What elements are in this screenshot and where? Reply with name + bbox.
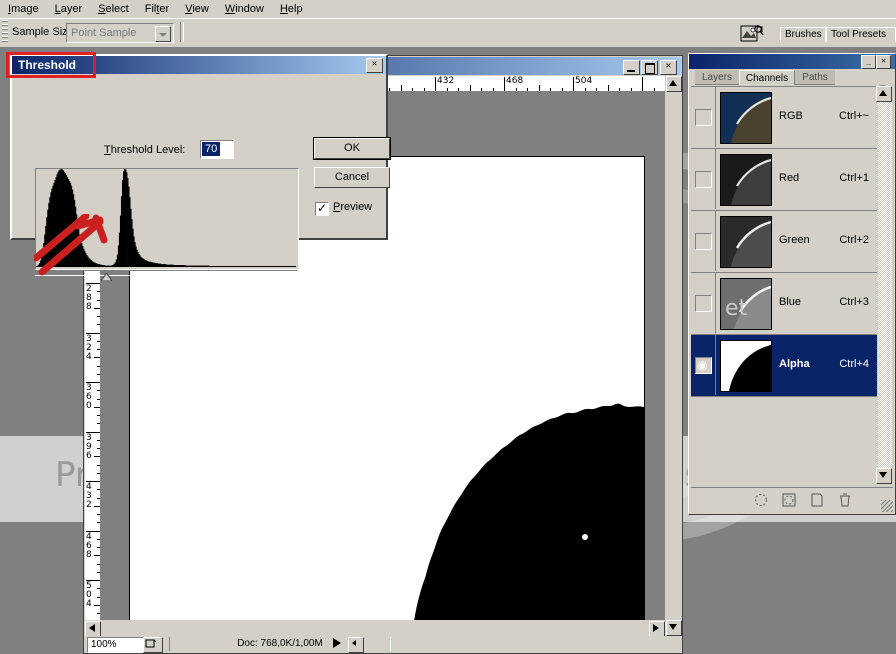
menu-item-window[interactable]: Window <box>217 0 272 18</box>
options-bar-grip[interactable] <box>2 20 8 44</box>
minimize-button[interactable] <box>623 60 640 75</box>
annotation-arrow-icon <box>32 212 114 276</box>
palette-well-tabs: Brushes Tool Presets <box>780 27 896 42</box>
ok-button[interactable]: OK <box>313 137 391 160</box>
vertical-scrollbar[interactable] <box>665 76 682 636</box>
threshold-close-icon[interactable]: ✕ <box>366 58 383 73</box>
eye-icon[interactable] <box>695 109 712 126</box>
options-separator <box>180 22 184 42</box>
channels-scrollbar[interactable] <box>878 86 892 482</box>
channel-visibility-cell[interactable] <box>691 273 716 333</box>
channel-visibility-cell[interactable]: ◉ <box>691 335 716 395</box>
channels-palette: _ ✕ Layers Channels Paths RGB Ctrl+~ Red Ct… <box>688 53 896 515</box>
chevron-down-icon[interactable] <box>155 26 171 42</box>
menu-item-view[interactable]: View <box>177 0 217 18</box>
channel-name: Red <box>779 172 800 184</box>
eye-icon[interactable] <box>695 171 712 188</box>
channels-palette-title-bar[interactable]: _ ✕ <box>689 54 895 69</box>
check-icon: ✓ <box>317 201 328 215</box>
palette-close-button[interactable]: ✕ <box>876 55 891 69</box>
preview-label: Preview <box>333 201 373 213</box>
channel-shortcut: Ctrl+1 <box>839 172 869 184</box>
threshold-level-value: 70 <box>202 142 221 156</box>
eye-icon[interactable] <box>695 295 712 312</box>
preview-checkbox[interactable]: ✓ <box>315 201 329 216</box>
channel-thumbnail[interactable]: et <box>720 278 772 330</box>
eye-glyph: ◉ <box>697 358 708 372</box>
palette-tab-row: Layers Channels Paths <box>689 69 895 100</box>
channels-scroll-down-button[interactable] <box>876 468 892 484</box>
horizontal-scrollbar[interactable] <box>85 620 665 637</box>
svg-text:et: et <box>725 296 748 321</box>
eye-icon[interactable] <box>695 233 712 250</box>
scroll-right-button[interactable] <box>649 621 665 637</box>
channel-thumbnail[interactable] <box>720 340 772 392</box>
channel-shortcut: Ctrl+2 <box>839 234 869 246</box>
channel-thumbnail[interactable] <box>720 216 772 268</box>
channel-shortcut: Ctrl+3 <box>839 296 869 308</box>
menu-item-help[interactable]: Help <box>272 0 311 18</box>
status-grip[interactable] <box>348 637 364 653</box>
document-status-bar: 100% Doc: 768,0K/1,00M <box>85 636 681 653</box>
delete-channel-icon[interactable] <box>837 492 853 508</box>
channel-name: Alpha <box>779 358 810 370</box>
channel-name: Blue <box>779 296 802 308</box>
cancel-button[interactable]: Cancel <box>314 167 390 188</box>
scroll-down-button[interactable] <box>666 620 682 636</box>
load-selection-icon[interactable] <box>753 492 769 508</box>
palette-resize-grip[interactable] <box>881 500 893 512</box>
channels-list: RGB Ctrl+~ Red Ctrl+1 Green Ctrl+2 et Blue Ctrl+… <box>691 86 877 483</box>
palette-tab-brushes[interactable]: Brushes <box>780 27 826 42</box>
status-preview-icon[interactable] <box>143 637 163 653</box>
status-menu-arrow-icon[interactable] <box>333 638 341 648</box>
menu-bar: Image Layer Select Filter View Window Help <box>0 0 896 18</box>
close-button[interactable]: ✕ <box>660 60 677 75</box>
channel-visibility-cell[interactable] <box>691 87 716 147</box>
channel-visibility-cell[interactable] <box>691 149 716 209</box>
channel-row-red[interactable]: Red Ctrl+1 <box>691 149 877 211</box>
channel-row-rgb[interactable]: RGB Ctrl+~ <box>691 87 877 149</box>
threshold-level-input[interactable]: 70 <box>200 140 234 159</box>
new-channel-icon[interactable] <box>809 492 825 508</box>
annotation-box-threshold-title <box>6 52 96 78</box>
scroll-left-button[interactable] <box>85 621 101 637</box>
file-browser-icon[interactable] <box>740 24 764 44</box>
menu-item-layer[interactable]: Layer <box>47 0 91 18</box>
threshold-level-label: Threshold Level: <box>104 144 186 156</box>
tab-layers[interactable]: Layers <box>695 70 739 85</box>
channel-row-blue[interactable]: et Blue Ctrl+3 <box>691 273 877 335</box>
threshold-dialog: Threshold ✕ Threshold Level: 70 OK Cance… <box>10 54 391 282</box>
menu-item-select[interactable]: Select <box>90 0 137 18</box>
zoom-level-field[interactable]: 100% <box>87 637 144 653</box>
palette-minimize-button[interactable]: _ <box>861 55 876 69</box>
channel-row-green[interactable]: Green Ctrl+2 <box>691 211 877 273</box>
eye-icon[interactable]: ◉ <box>695 357 712 374</box>
sample-size-value: Point Sample <box>71 27 137 39</box>
channel-visibility-cell[interactable] <box>691 211 716 271</box>
scroll-up-button[interactable] <box>666 76 682 92</box>
tab-channels[interactable]: Channels <box>739 70 795 85</box>
menu-item-filter[interactable]: Filter <box>137 0 177 18</box>
channels-palette-footer <box>691 487 893 512</box>
channel-thumbnail[interactable] <box>720 92 772 144</box>
menu-item-image[interactable]: Image <box>0 0 47 18</box>
tab-paths[interactable]: Paths <box>795 70 835 85</box>
palette-tab-tool-presets[interactable]: Tool Presets <box>826 27 896 42</box>
channel-name: Green <box>779 234 810 246</box>
channel-shortcut: Ctrl+4 <box>839 358 869 370</box>
channel-row-alpha[interactable]: ◉ Alpha Ctrl+4 <box>691 335 877 397</box>
maximize-button[interactable] <box>641 60 658 75</box>
save-selection-icon[interactable] <box>781 492 797 508</box>
sample-size-dropdown[interactable]: Point Sample <box>66 23 174 43</box>
channel-name: RGB <box>779 110 803 122</box>
channel-thumbnail[interactable] <box>720 154 772 206</box>
channel-shortcut: Ctrl+~ <box>839 110 869 122</box>
channels-scroll-up-button[interactable] <box>876 86 892 102</box>
